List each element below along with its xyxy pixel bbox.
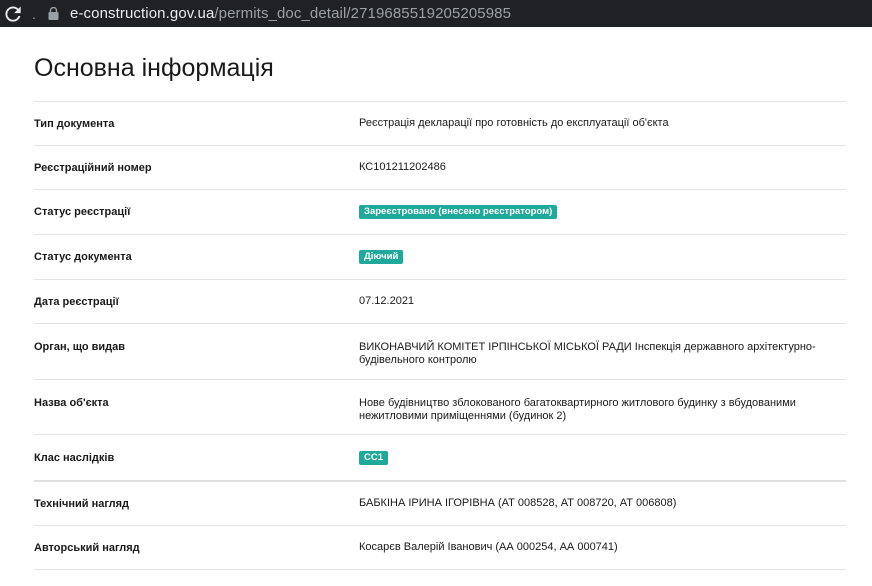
row-value: 07.12.2021	[359, 295, 415, 307]
row-label: Орган, що видав	[34, 341, 126, 353]
info-row-object-name: Назва об'єкта Нове будівництво зблокован…	[34, 380, 846, 435]
row-label: Клас наслідків	[34, 451, 115, 464]
row-label: Статус документа	[34, 251, 132, 263]
info-row-document-status: Статус документа Діючий	[34, 235, 846, 280]
row-label: Технічний нагляд	[34, 497, 130, 510]
info-row-technical-supervision: Технічний нагляд БАБКІНА ІРИНА ІГОРІВНА …	[34, 482, 846, 526]
info-row-issuing-authority: Орган, що видав ВИКОНАВЧИЙ КОМІТЕТ ІРПІН…	[34, 324, 846, 380]
row-value: Косарєв Валерій Іванович (АА 000254, АА …	[359, 541, 618, 553]
separator-dot: .	[32, 5, 36, 22]
row-value: КС101211202486	[359, 161, 446, 173]
url-text[interactable]: e-construction.gov.ua/permits_doc_detail…	[70, 5, 511, 22]
lock-icon[interactable]	[42, 0, 64, 27]
info-row-author-supervision: Авторський нагляд Косарєв Валерій Іванов…	[34, 526, 846, 570]
row-value: ВИКОНАВЧИЙ КОМІТЕТ ІРПІНСЬКОЇ МІСЬКОЇ РА…	[359, 341, 816, 366]
page-title: Основна інформація	[34, 54, 274, 82]
status-badge: Зареєстровано (внесено реєстратором)	[359, 205, 558, 219]
url-path: /permits_doc_detail/2719685519205205985	[214, 5, 512, 22]
browser-address-bar: . e-construction.gov.ua/permits_doc_deta…	[0, 0, 872, 27]
row-value: Нове будівництво зблокованого багатоквар…	[359, 397, 796, 422]
main-content: Основна інформація Тип документа Реєстра…	[34, 27, 846, 570]
row-value: БАБКІНА ІРИНА ІГОРІВНА (АТ 008528, АТ 00…	[359, 497, 677, 509]
info-row-registration-date: Дата реєстрації 07.12.2021	[34, 280, 846, 324]
info-table: Тип документа Реєстрація декларації про …	[34, 101, 846, 570]
row-label: Дата реєстрації	[34, 295, 119, 308]
row-value: Реєстрація декларації про готовність до …	[359, 117, 669, 129]
row-label: Авторський нагляд	[34, 541, 140, 554]
status-badge: Діючий	[359, 250, 404, 264]
row-label: Назва об'єкта	[34, 397, 109, 409]
class-badge: СС1	[359, 450, 389, 465]
reload-icon[interactable]	[0, 0, 26, 27]
row-label: Статус реєстрації	[34, 206, 131, 218]
info-row-registration-number: Реєстраційний номер КС101211202486	[34, 146, 846, 190]
url-host: e-construction.gov.ua	[70, 5, 215, 22]
row-label: Тип документа	[34, 117, 115, 130]
info-row-registration-status: Статус реєстрації Зареєстровано (внесено…	[34, 190, 846, 235]
info-row-document-type: Тип документа Реєстрація декларації про …	[34, 102, 846, 146]
row-label: Реєстраційний номер	[34, 161, 152, 174]
info-row-consequence-class: Клас наслідків СС1	[34, 435, 846, 482]
